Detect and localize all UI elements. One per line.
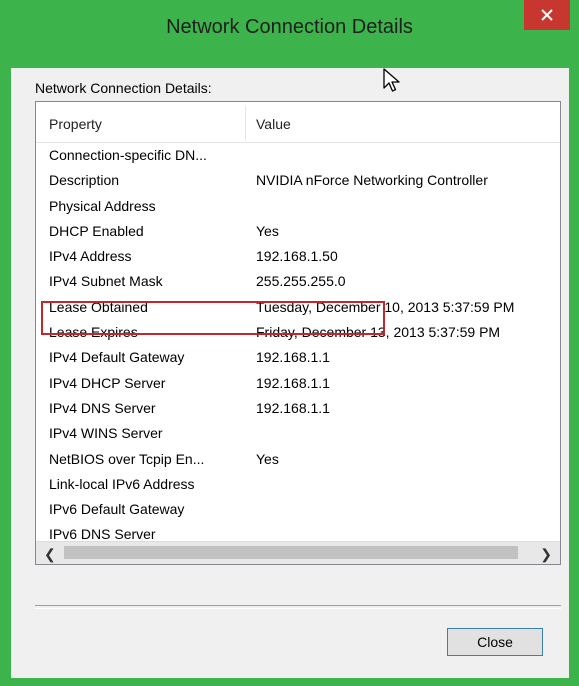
title-bar[interactable]: Network Connection Details (0, 0, 579, 68)
column-header-value[interactable]: Value (256, 116, 291, 132)
property-cell: Lease Obtained (49, 298, 148, 315)
dialog-client-area: Network Connection Details: Property Val… (11, 68, 569, 678)
property-cell: IPv4 Address (49, 248, 132, 265)
mouse-cursor-icon (383, 68, 400, 92)
property-cell: DHCP Enabled (49, 222, 144, 239)
value-cell: 255.255.255.0 (256, 273, 346, 290)
list-rows: Connection-specific DN... Description NVI… (36, 142, 560, 547)
window-title: Network Connection Details (166, 16, 413, 38)
chevron-right-icon[interactable]: ❯ (540, 546, 552, 563)
value-cell: 192.168.1.1 (256, 399, 330, 416)
property-cell: Link-local IPv6 Address (49, 475, 195, 492)
table-row[interactable]: Link-local IPv6 Address (36, 471, 560, 496)
value-cell: Yes (256, 450, 279, 467)
table-row[interactable]: IPv4 Subnet Mask 255.255.255.0 (36, 268, 560, 293)
value-cell: NVIDIA nForce Networking Controller (256, 172, 488, 189)
table-row[interactable]: NetBIOS over Tcpip En... Yes (36, 446, 560, 471)
table-row[interactable]: IPv4 DHCP Server 192.168.1.1 (36, 370, 560, 395)
scrollbar-thumb[interactable] (64, 546, 518, 559)
table-row[interactable]: IPv6 Default Gateway (36, 496, 560, 521)
window-close-button[interactable] (524, 0, 570, 30)
property-cell: IPv4 WINS Server (49, 425, 163, 442)
value-cell: 192.168.1.50 (256, 248, 338, 265)
divider (35, 605, 561, 609)
property-cell: Description (49, 172, 120, 189)
close-button[interactable]: Close (447, 628, 543, 656)
value-cell: Yes (256, 222, 279, 239)
property-cell: IPv4 DNS Server (49, 399, 156, 416)
value-cell: Tuesday, December 10, 2013 5:37:59 PM (256, 298, 515, 315)
property-cell: NetBIOS over Tcpip En... (49, 450, 205, 467)
property-cell: IPv4 DHCP Server (49, 374, 166, 391)
table-row[interactable]: Lease Expires Friday, December 13, 2013 5… (36, 319, 560, 344)
column-header-property[interactable]: Property (49, 116, 102, 132)
table-row[interactable]: Connection-specific DN... (36, 142, 560, 167)
group-label: Network Connection Details: (35, 80, 212, 96)
dialog-window: Network Connection Details Network Conne… (0, 0, 579, 686)
property-cell: Physical Address (49, 197, 156, 214)
table-row[interactable]: Description NVIDIA nForce Networking Cont… (36, 167, 560, 192)
property-cell: IPv4 Subnet Mask (49, 273, 163, 290)
property-cell: Connection-specific DN... (49, 147, 207, 163)
value-cell: Friday, December 13, 2013 5:37:59 PM (256, 324, 501, 341)
property-cell: Lease Expires (49, 324, 138, 341)
table-row[interactable]: Physical Address (36, 193, 560, 218)
chevron-left-icon[interactable]: ❮ (44, 546, 56, 563)
table-row[interactable]: Lease Obtained Tuesday, December 10, 2013… (36, 294, 560, 319)
close-icon (541, 9, 553, 21)
value-cell: 192.168.1.1 (256, 374, 330, 391)
property-cell: IPv4 Default Gateway (49, 349, 185, 366)
table-row[interactable]: IPv4 Address 192.168.1.50 (36, 243, 560, 268)
column-separator[interactable] (245, 106, 246, 140)
details-list[interactable]: Property Value Connection-specific DN...… (35, 101, 561, 565)
table-row[interactable]: IPv4 Default Gateway 192.168.1.1 (36, 344, 560, 369)
table-row[interactable]: IPv4 WINS Server (36, 420, 560, 445)
value-cell: 192.168.1.1 (256, 349, 330, 366)
table-row[interactable]: IPv4 DNS Server 192.168.1.1 (36, 395, 560, 420)
property-cell: IPv6 Default Gateway (49, 501, 185, 518)
list-header: Property Value (36, 102, 560, 143)
table-row[interactable]: DHCP Enabled Yes (36, 218, 560, 243)
horizontal-scrollbar[interactable]: ❮ ❯ (36, 541, 560, 564)
